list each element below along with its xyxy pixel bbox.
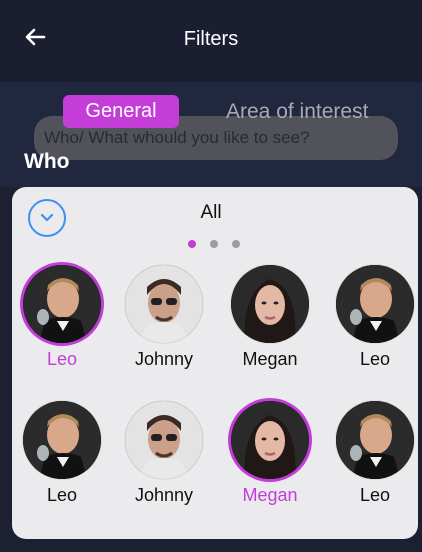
person-card[interactable]: Leo [12, 265, 112, 370]
people-row: Leo Johnny Megan Leo [12, 265, 418, 401]
person-card[interactable]: Leo [325, 265, 422, 370]
page-dot[interactable] [188, 240, 196, 248]
person-name: Leo [46, 485, 78, 505]
person-card[interactable]: Megan [220, 401, 320, 506]
avatar[interactable] [23, 265, 101, 343]
avatar[interactable] [125, 265, 203, 343]
page-dot[interactable] [232, 240, 240, 248]
avatar[interactable] [23, 401, 101, 479]
avatar[interactable] [336, 265, 414, 343]
person-name: Leo [46, 349, 78, 369]
person-card[interactable]: Johnny [114, 401, 214, 506]
person-name: Megan [242, 349, 298, 369]
avatar[interactable] [125, 401, 203, 479]
person-name: Megan [242, 485, 298, 505]
person-name: Johnny [134, 349, 194, 369]
person-card[interactable]: Leo [12, 401, 112, 506]
person-name: Johnny [134, 485, 194, 505]
top-bar: Filters [0, 0, 422, 82]
selector-label[interactable]: All [0, 202, 422, 224]
tab-area-of-interest[interactable]: Area of interest [226, 98, 368, 126]
avatar[interactable] [231, 265, 309, 343]
people-grid: Leo Johnny Megan Leo Leo Johnny Megan Le… [12, 265, 418, 537]
page-dot[interactable] [210, 240, 218, 248]
person-card[interactable]: Megan [220, 265, 320, 370]
person-name: Leo [359, 349, 391, 369]
person-card[interactable]: Johnny [114, 265, 214, 370]
avatar[interactable] [336, 401, 414, 479]
tab-general[interactable]: General [63, 95, 179, 128]
person-card[interactable]: Leo [325, 401, 422, 506]
person-name: Leo [359, 485, 391, 505]
avatar[interactable] [231, 401, 309, 479]
people-row: Leo Johnny Megan Leo [12, 401, 418, 537]
page-indicator [188, 240, 240, 248]
section-label-who: Who [24, 150, 70, 173]
page-title: Filters [183, 28, 239, 50]
